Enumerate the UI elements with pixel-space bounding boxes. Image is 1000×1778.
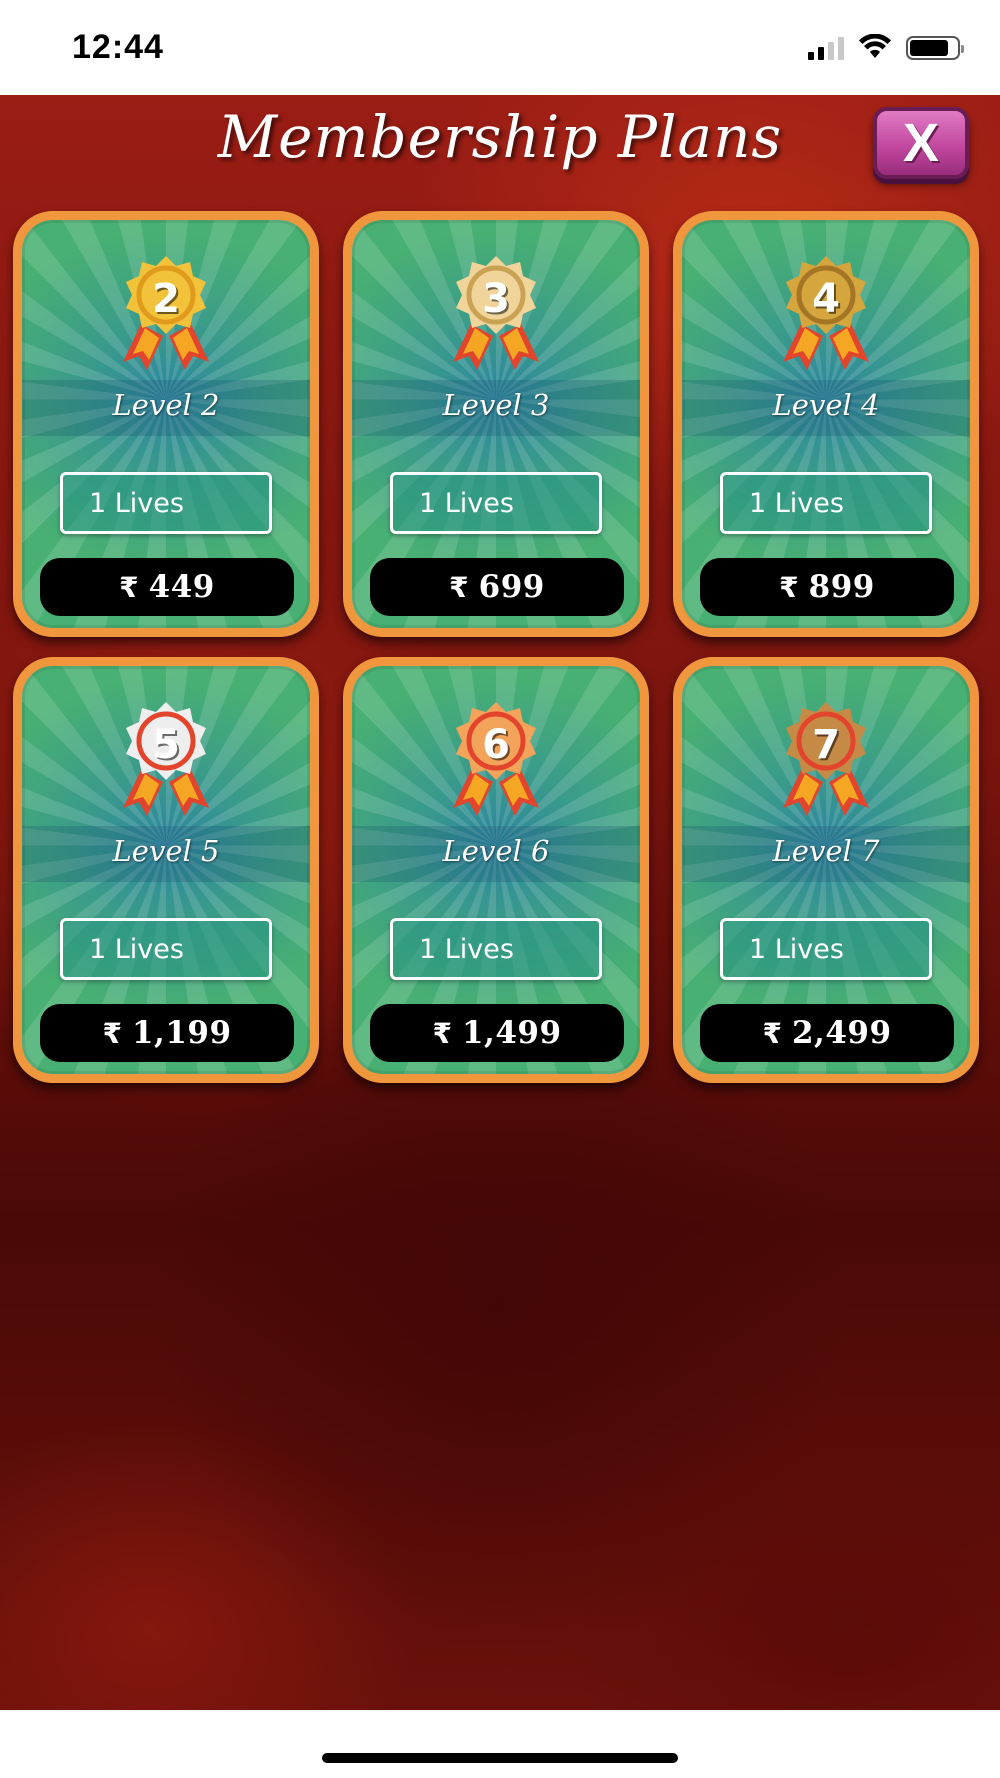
close-button[interactable]: X [873,107,969,179]
battery-icon [906,36,964,60]
level-label: Level 5 [112,834,220,868]
plan-card-level-3[interactable]: 3 Level 3 1 Lives ₹ 699 [343,211,649,637]
plan-card-level-5[interactable]: 5 Level 5 1 Lives ₹ 1,199 [13,657,319,1083]
membership-screen: Membership Plans X 2 Level 2 1 Lives ₹ 4… [0,95,1000,1710]
badge-number: 5 [152,722,180,768]
status-bar: 12:44 [0,0,1000,95]
lives-box: 1 Lives [60,918,272,980]
rupee-icon: ₹ [432,1016,452,1050]
cellular-signal-icon [808,36,844,60]
rupee-icon: ₹ [102,1016,122,1050]
plan-card-level-4[interactable]: 4 Level 4 1 Lives ₹ 899 [673,211,979,637]
plan-card-level-2[interactable]: 2 Level 2 1 Lives ₹ 449 [13,211,319,637]
lives-box: 1 Lives [390,918,602,980]
badge-number: 7 [812,722,840,768]
medal-icon: 2 [101,254,231,374]
level-label: Level 7 [772,834,880,868]
lives-text: 1 Lives [419,933,514,965]
lives-box: 1 Lives [720,918,932,980]
badge-number: 4 [812,276,840,322]
lives-box: 1 Lives [390,472,602,534]
medal-icon: 5 [101,700,231,820]
buy-button[interactable]: ₹ 699 [370,558,624,616]
badge-number: 2 [152,276,180,322]
rupee-icon: ₹ [449,570,469,604]
lives-text: 1 Lives [749,487,844,519]
level-label: Level 4 [772,388,880,422]
lives-text: 1 Lives [89,933,184,965]
plan-card-level-7[interactable]: 7 Level 7 1 Lives ₹ 2,499 [673,657,979,1083]
level-label: Level 2 [112,388,220,422]
lives-box: 1 Lives [60,472,272,534]
price-label: 449 [148,569,215,605]
medal-icon: 4 [761,254,891,374]
buy-button[interactable]: ₹ 899 [700,558,954,616]
lives-text: 1 Lives [89,487,184,519]
buy-button[interactable]: ₹ 2,499 [700,1004,954,1062]
home-indicator[interactable] [322,1753,678,1763]
badge-number: 6 [482,722,510,768]
price-label: 699 [478,569,545,605]
rupee-icon: ₹ [779,570,799,604]
lives-box: 1 Lives [720,472,932,534]
buy-button[interactable]: ₹ 1,199 [40,1004,294,1062]
buy-button[interactable]: ₹ 1,499 [370,1004,624,1062]
rupee-icon: ₹ [762,1016,782,1050]
buy-button[interactable]: ₹ 449 [40,558,294,616]
price-label: 899 [808,569,875,605]
price-label: 2,499 [791,1015,892,1051]
rupee-icon: ₹ [119,570,139,604]
medal-icon: 3 [431,254,561,374]
lives-text: 1 Lives [749,933,844,965]
level-label: Level 3 [442,388,550,422]
price-label: 1,199 [131,1015,232,1051]
price-label: 1,499 [461,1015,562,1051]
lives-text: 1 Lives [419,487,514,519]
medal-icon: 6 [431,700,561,820]
status-icons [808,34,964,60]
page-title: Membership Plans [217,103,783,171]
plan-card-level-6[interactable]: 6 Level 6 1 Lives ₹ 1,499 [343,657,649,1083]
home-indicator-area [0,1710,1000,1778]
medal-icon: 7 [761,700,891,820]
level-label: Level 6 [442,834,550,868]
close-icon: X [902,113,940,173]
wifi-icon [859,34,891,58]
badge-number: 3 [482,276,510,322]
status-time: 12:44 [72,28,164,66]
